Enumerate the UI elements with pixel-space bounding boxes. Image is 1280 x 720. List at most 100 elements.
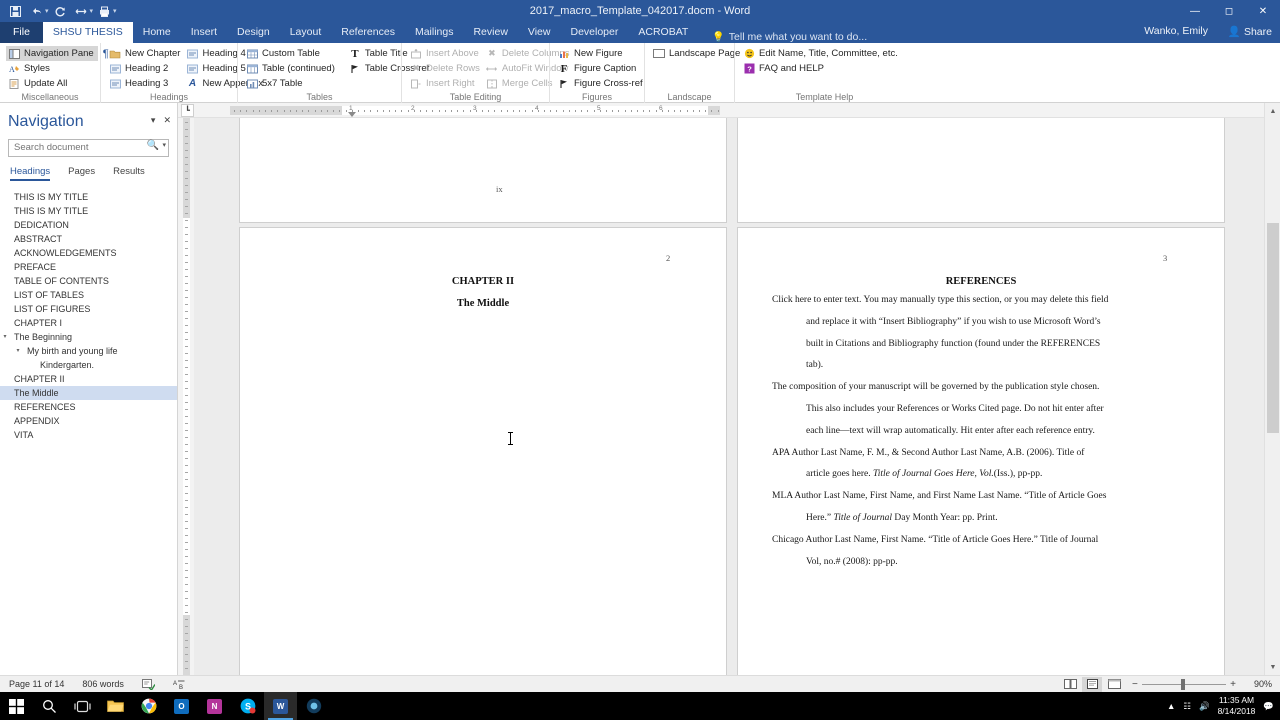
heading2-button[interactable]: Heading 2 xyxy=(107,61,184,76)
update-all-button[interactable]: Update All xyxy=(6,76,98,91)
tab-mailings[interactable]: Mailings xyxy=(405,22,464,43)
nav-heading-item[interactable]: PREFACE xyxy=(0,260,177,274)
network-icon[interactable]: ☷ xyxy=(1183,701,1191,712)
navigation-pane-button[interactable]: Navigation Pane xyxy=(6,46,98,61)
scrollbar-thumb[interactable] xyxy=(1267,223,1279,433)
zoom-slider-track[interactable] xyxy=(1141,678,1227,690)
document-canvas[interactable]: ix 2 CHAPTER II The Middle 3 REFERENCES … xyxy=(194,118,1264,675)
vertical-scrollbar[interactable]: ▲ ▼ xyxy=(1264,103,1280,675)
outlook-icon[interactable]: O xyxy=(165,692,198,720)
figure-caption-button[interactable]: F Figure Caption xyxy=(556,61,647,76)
print-preview-icon[interactable] xyxy=(95,2,114,20)
redo-icon[interactable] xyxy=(51,2,70,20)
five-by-seven-table-button[interactable]: 5x7 Table xyxy=(244,76,339,91)
nav-heading-item[interactable]: ▾ My birth and young life xyxy=(0,344,177,358)
word-count[interactable]: 806 words xyxy=(73,679,133,689)
chevron-down-icon[interactable]: ▾ xyxy=(13,347,23,354)
nav-heading-item[interactable]: TABLE OF CONTENTS xyxy=(0,274,177,288)
zoom-in-button[interactable]: + xyxy=(1230,679,1236,690)
search-icon[interactable] xyxy=(33,692,66,720)
vertical-ruler[interactable] xyxy=(178,118,194,675)
search-options-chevron-icon[interactable]: ▾ xyxy=(162,141,166,149)
document-page-chapter2[interactable]: 2 CHAPTER II The Middle xyxy=(240,228,726,675)
heading3-button[interactable]: Heading 3 xyxy=(107,76,184,91)
tab-stop-selector-button[interactable]: ┗ xyxy=(181,104,194,117)
tab-acrobat[interactable]: ACROBAT xyxy=(628,22,698,43)
file-explorer-icon[interactable] xyxy=(99,692,132,720)
touch-mouse-mode-icon[interactable] xyxy=(72,2,91,20)
close-icon[interactable]: ✕ xyxy=(163,115,171,126)
first-line-indent-marker[interactable] xyxy=(348,112,356,117)
custom-table-button[interactable]: Custom Table xyxy=(244,46,339,61)
document-page-references[interactable]: 3 REFERENCES Click here to enter text. Y… xyxy=(738,228,1224,675)
chrome-icon[interactable] xyxy=(132,692,165,720)
nav-heading-item[interactable]: ABSTRACT xyxy=(0,232,177,246)
references-body[interactable]: Click here to enter text. You may manual… xyxy=(772,290,1194,573)
clock[interactable]: 11:35 AM 8/14/2018 xyxy=(1218,695,1256,717)
skype-icon[interactable]: S xyxy=(231,692,264,720)
zoom-slider-handle[interactable] xyxy=(1180,678,1185,690)
volume-icon[interactable]: 🔊 xyxy=(1199,701,1210,712)
chevron-down-icon[interactable]: ▾ xyxy=(151,115,156,126)
page-indicator[interactable]: Page 11 of 14 xyxy=(0,679,73,689)
figure-crossref-button[interactable]: Figure Cross-ref xyxy=(556,76,647,91)
show-hidden-icons-icon[interactable]: ▲ xyxy=(1167,701,1175,711)
search-icon[interactable]: 🔍 xyxy=(147,140,159,151)
tab-pages[interactable]: Pages xyxy=(68,166,95,181)
new-figure-button[interactable]: New Figure xyxy=(556,46,647,61)
onenote-icon[interactable]: N xyxy=(198,692,231,720)
word-icon[interactable]: W xyxy=(264,692,297,720)
chevron-down-icon[interactable]: ▾ xyxy=(0,333,10,340)
read-mode-view-button[interactable] xyxy=(1060,677,1080,692)
document-page-top-right[interactable] xyxy=(738,118,1224,222)
tab-review[interactable]: Review xyxy=(463,22,517,43)
zoom-slider[interactable]: − + xyxy=(1132,678,1236,690)
scroll-up-button[interactable]: ▲ xyxy=(1265,103,1280,119)
tab-file[interactable]: File xyxy=(0,22,43,43)
nav-heading-item[interactable]: CHAPTER II xyxy=(0,372,177,386)
edit-name-title-button[interactable]: Edit Name, Title, Committee, etc. xyxy=(741,46,902,61)
search-input[interactable] xyxy=(8,138,169,157)
app-icon[interactable] xyxy=(297,692,330,720)
customize-qat-icon[interactable]: ▾ xyxy=(113,7,117,15)
horizontal-ruler[interactable]: ┗ 1 2 3 4 5 6 xyxy=(178,103,1264,118)
tab-layout[interactable]: Layout xyxy=(280,22,332,43)
language-icon[interactable]: AB xyxy=(164,679,195,690)
nav-heading-item[interactable]: VITA xyxy=(0,428,177,442)
undo-dropdown-icon[interactable]: ▾ xyxy=(45,7,49,15)
task-view-icon[interactable] xyxy=(66,692,99,720)
close-button[interactable]: ✕ xyxy=(1246,0,1280,22)
nav-heading-item[interactable]: CHAPTER I xyxy=(0,316,177,330)
tab-insert[interactable]: Insert xyxy=(181,22,227,43)
nav-heading-item[interactable]: APPENDIX xyxy=(0,414,177,428)
nav-heading-item[interactable]: ACKNOWLEDGEMENTS xyxy=(0,246,177,260)
minimize-button[interactable]: — xyxy=(1178,0,1212,22)
landscape-page-button[interactable]: Landscape Page xyxy=(651,46,744,61)
account-name[interactable]: Wanko, Emily xyxy=(1144,25,1208,37)
undo-icon[interactable] xyxy=(27,2,46,20)
nav-heading-item[interactable]: LIST OF TABLES xyxy=(0,288,177,302)
nav-heading-item[interactable]: The Middle xyxy=(0,385,177,400)
tab-view[interactable]: View xyxy=(518,22,561,43)
document-page-top-left[interactable]: ix xyxy=(240,118,726,222)
touch-mode-dropdown-icon[interactable]: ▾ xyxy=(90,7,94,15)
maximize-button[interactable]: ◻ xyxy=(1212,0,1246,22)
spelling-check-icon[interactable] xyxy=(133,678,164,690)
faq-help-button[interactable]: ? FAQ and HELP xyxy=(741,61,902,76)
styles-button[interactable]: A Styles xyxy=(6,61,98,76)
tab-shsu-thesis[interactable]: SHSU THESIS xyxy=(42,22,133,43)
table-continued-button[interactable]: Table (continued) xyxy=(244,61,339,76)
web-layout-view-button[interactable] xyxy=(1104,677,1124,692)
nav-heading-item[interactable]: Kindergarten. xyxy=(0,358,177,372)
share-button[interactable]: 👤 Share xyxy=(1228,25,1272,39)
tab-developer[interactable]: Developer xyxy=(560,22,628,43)
tab-headings[interactable]: Headings xyxy=(10,166,51,181)
print-layout-view-button[interactable] xyxy=(1082,676,1102,692)
nav-heading-item[interactable]: THIS IS MY TITLE xyxy=(0,204,177,218)
nav-heading-item[interactable]: DEDICATION xyxy=(0,218,177,232)
nav-heading-item[interactable]: REFERENCES xyxy=(0,400,177,414)
nav-heading-item[interactable]: LIST OF FIGURES xyxy=(0,302,177,316)
new-chapter-button[interactable]: New Chapter xyxy=(107,46,184,61)
tab-results[interactable]: Results xyxy=(113,166,145,181)
zoom-out-button[interactable]: − xyxy=(1132,679,1138,690)
